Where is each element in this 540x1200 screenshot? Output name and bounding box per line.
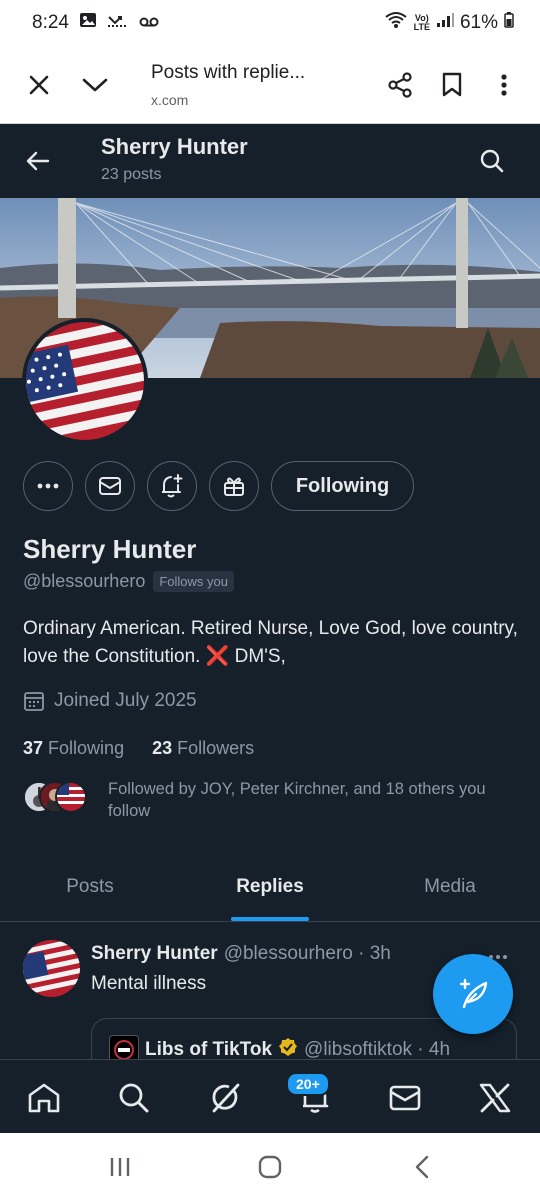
post-author-name[interactable]: Sherry Hunter (91, 943, 218, 965)
profile-handle: @blessourhero (23, 571, 146, 591)
tab-replies[interactable]: Replies (180, 852, 360, 921)
notifications-subscribe-button[interactable] (147, 461, 197, 511)
nav-home[interactable] (22, 1076, 66, 1120)
home-circle-icon (258, 1155, 282, 1179)
active-tab-indicator (231, 917, 309, 921)
following-button[interactable]: Following (271, 461, 414, 511)
compose-feather-icon (459, 978, 488, 1009)
followed-by[interactable]: Followed by JOY, Peter Kirchner, and 18 … (23, 778, 518, 822)
home-icon (28, 1083, 60, 1113)
home-button[interactable] (250, 1149, 290, 1185)
share-icon (388, 71, 412, 98)
followed-by-text: Followed by JOY, Peter Kirchner, and 18 … (108, 780, 486, 820)
search-icon (119, 1083, 149, 1113)
follower-avatar (55, 781, 87, 813)
battery-level: 61% (459, 12, 498, 33)
browser-title-block[interactable]: Posts with replie... x.com (151, 62, 351, 108)
joined-text: Joined July 2025 (54, 690, 197, 711)
post-meta: @blessourhero · 3h (223, 943, 391, 964)
close-icon (29, 75, 49, 94)
system-navigation (0, 1133, 540, 1200)
post-text: Mental illness (91, 973, 207, 994)
more-horizontal-icon (37, 483, 59, 489)
gift-button[interactable] (209, 461, 259, 511)
topbar-post-count: 23 posts (101, 166, 162, 183)
wifi-icon (384, 10, 408, 36)
recents-button[interactable] (100, 1149, 140, 1185)
volte-icon: Vo) LTE (413, 13, 430, 32)
mail-icon (389, 1085, 421, 1111)
verified-badge-icon (278, 1037, 298, 1059)
tab-posts[interactable]: Posts (0, 852, 180, 921)
arrow-left-icon (26, 151, 50, 171)
status-time: 8:24 (32, 12, 69, 33)
recents-icon (110, 1158, 130, 1176)
battery-icon (504, 12, 514, 34)
quote-meta: @libsoftiktok · 4h (304, 1039, 451, 1059)
quote-author-name: Libs of TikTok (145, 1039, 273, 1059)
joined-date: Joined July 2025 (23, 690, 197, 712)
nav-messages[interactable] (383, 1076, 427, 1120)
more-actions-button[interactable] (23, 461, 73, 511)
gallery-icon (79, 11, 97, 35)
followers-stat[interactable]: 23 Followers (152, 738, 254, 759)
voicemail-icon (139, 12, 159, 34)
overflow-menu-button[interactable] (484, 65, 524, 105)
topbar-profile-name: Sherry Hunter (101, 134, 248, 159)
system-back-button[interactable] (402, 1149, 442, 1185)
bottom-nav: 20+ (0, 1059, 540, 1133)
bio-tail: DM'S, (229, 646, 286, 667)
follows-you-badge: Follows you (153, 571, 234, 592)
mail-icon (99, 477, 121, 495)
browser-page-title: Posts with replie... (151, 61, 306, 83)
missed-call-icon (107, 12, 129, 34)
profile-name: Sherry Hunter (23, 534, 197, 564)
tab-media[interactable]: Media (360, 852, 540, 921)
gift-icon (224, 477, 244, 496)
search-button[interactable] (472, 141, 512, 181)
post-avatar[interactable] (23, 940, 80, 997)
close-tab-button[interactable] (19, 65, 59, 105)
bookmark-button[interactable] (432, 65, 472, 105)
profile-topbar: Sherry Hunter 23 posts (0, 124, 540, 198)
chevron-down-icon (82, 78, 108, 91)
nav-grok[interactable] (203, 1076, 247, 1120)
compose-button[interactable] (433, 954, 513, 1034)
status-bar: 8:24 Vo) LTE 61% (0, 0, 540, 46)
search-icon (480, 149, 504, 173)
quote-avatar (109, 1035, 139, 1059)
browser-url: x.com (151, 91, 189, 108)
calendar-icon (24, 692, 44, 711)
bookmark-icon (442, 72, 462, 96)
profile-tabs: Posts Replies Media (0, 852, 540, 922)
signal-icon (436, 12, 454, 34)
notifications-badge: 20+ (286, 1072, 330, 1096)
message-button[interactable] (85, 461, 135, 511)
following-stat[interactable]: 37 Following (23, 738, 124, 759)
grok-icon (212, 1083, 240, 1113)
more-vertical-icon (501, 73, 507, 96)
bell-plus-icon (162, 474, 183, 498)
minimize-tab-button[interactable] (75, 65, 115, 105)
cross-mark-emoji: ❌ (205, 646, 230, 667)
chevron-left-icon (415, 1155, 429, 1179)
profile-avatar[interactable] (22, 318, 148, 444)
browser-header: Posts with replie... x.com (0, 46, 540, 124)
profile-bio: Ordinary American. Retired Nurse, Love G… (23, 615, 523, 671)
nav-explore[interactable] (112, 1076, 156, 1120)
x-logo-icon (479, 1083, 511, 1113)
share-button[interactable] (380, 65, 420, 105)
nav-x-premium[interactable] (473, 1076, 517, 1120)
back-button[interactable] (18, 141, 58, 181)
